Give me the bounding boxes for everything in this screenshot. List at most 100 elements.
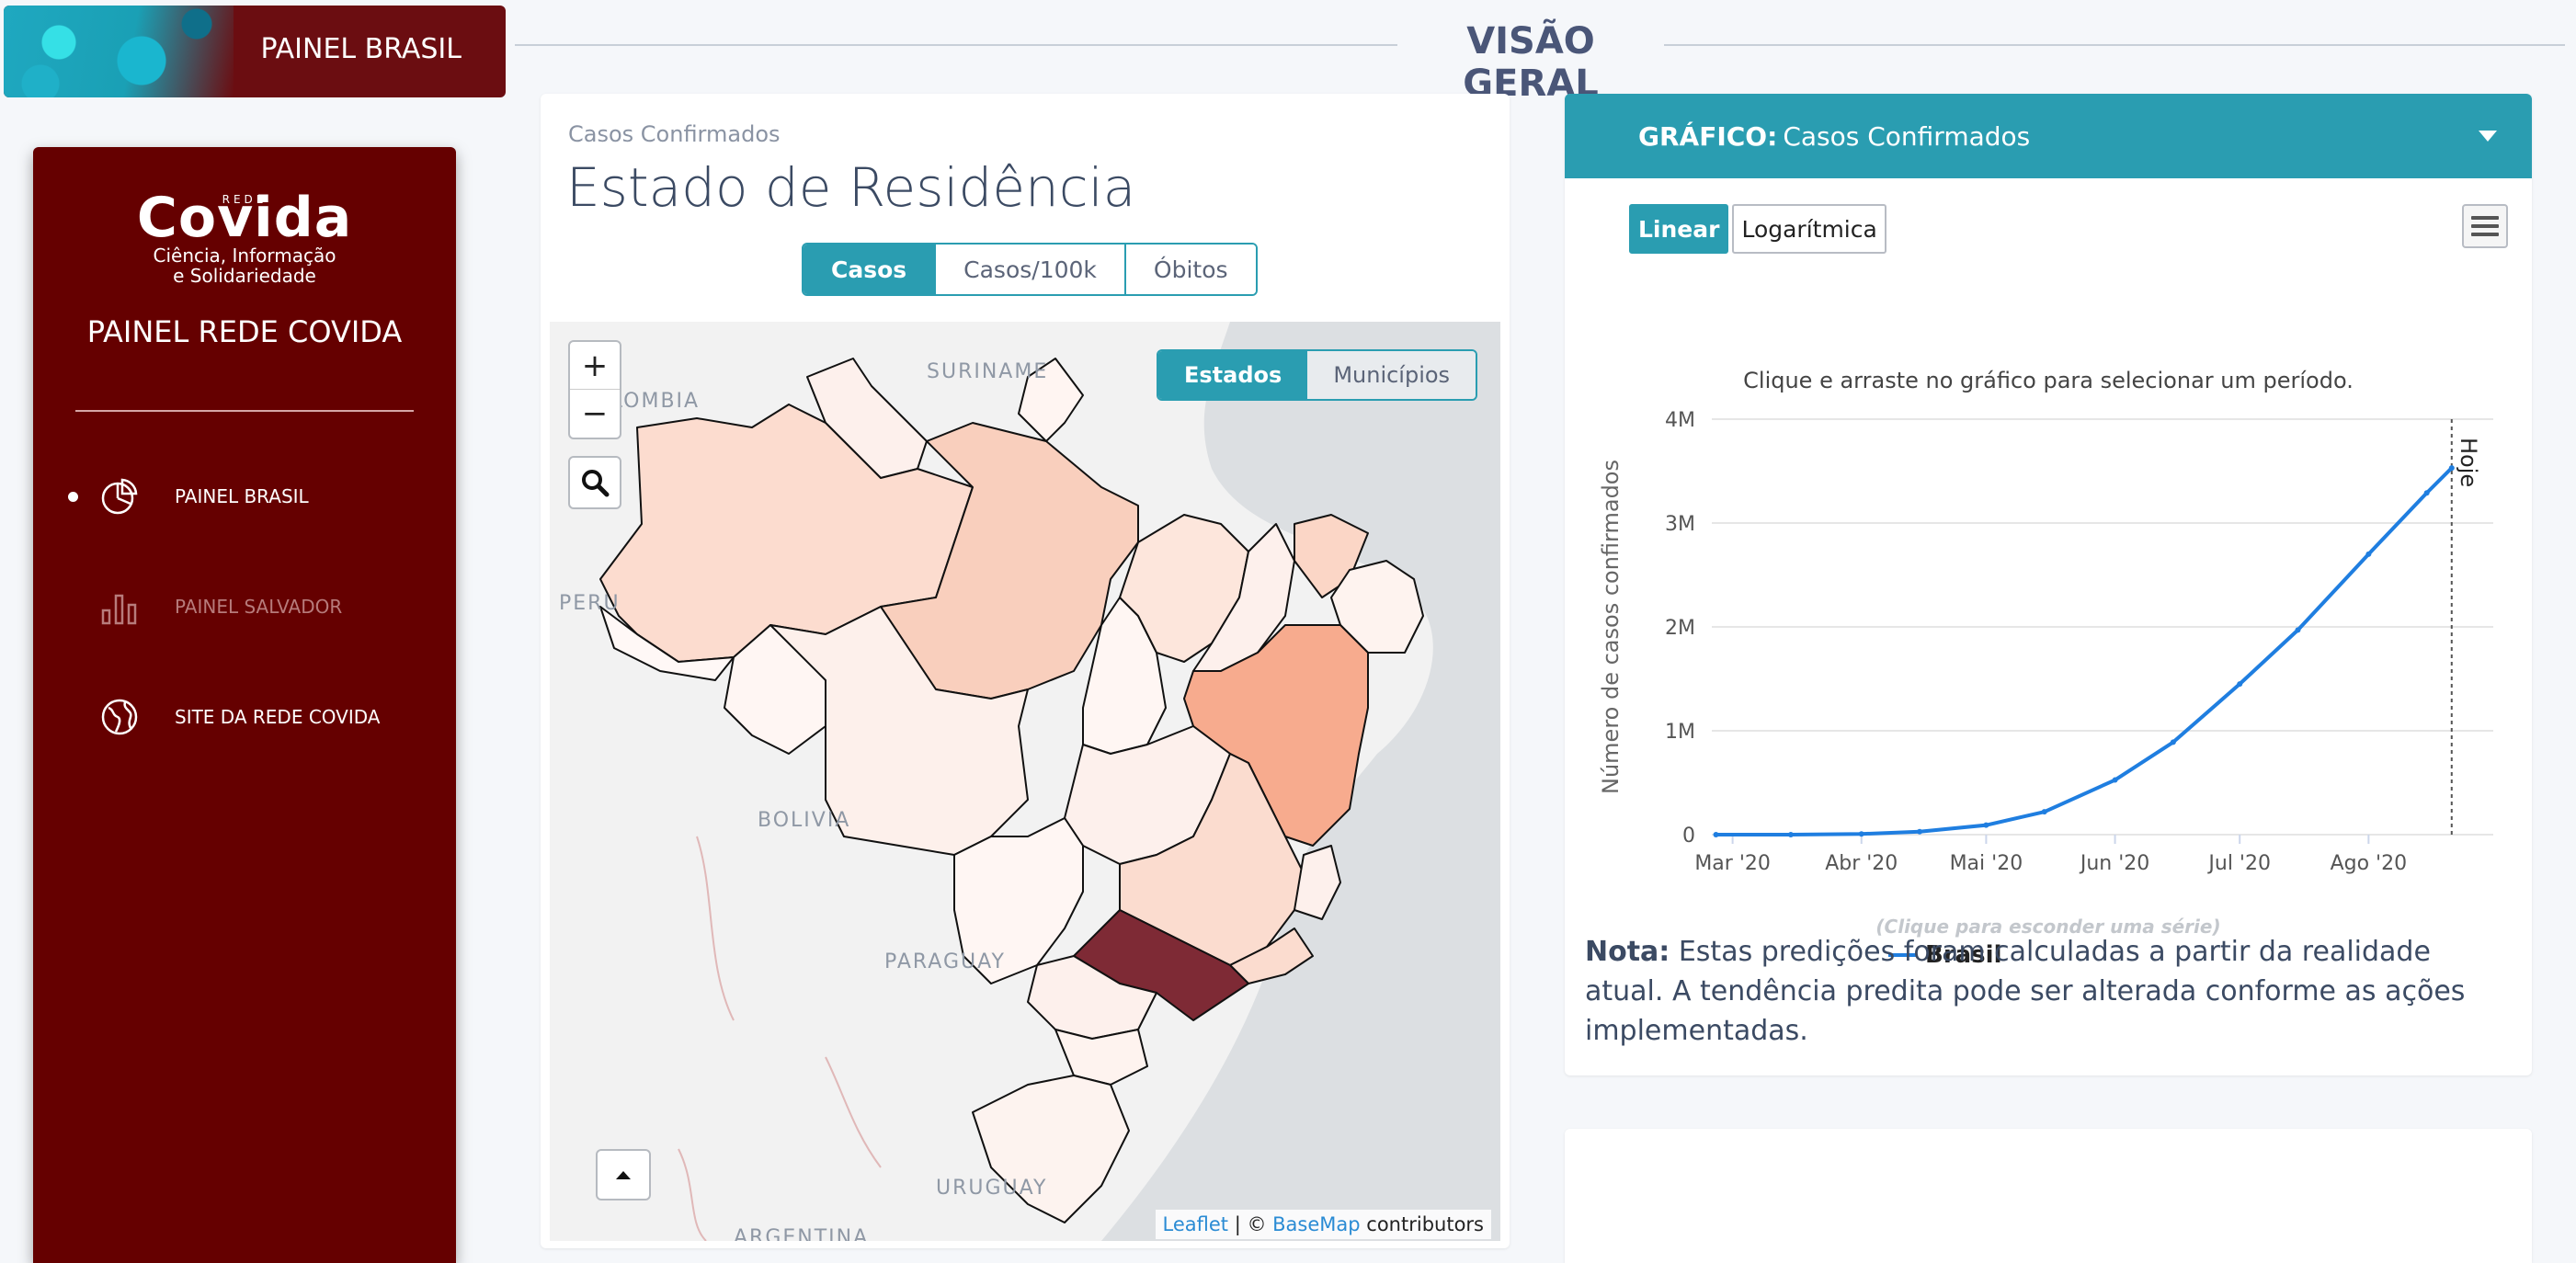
data-point[interactable] [2170,739,2176,745]
country-label-suriname: SURINAME [927,360,1049,383]
hamburger-icon-bar [2471,233,2499,236]
y-tick-label: 2M [1665,617,1695,640]
hamburger-icon-bar [2471,224,2499,228]
data-point[interactable] [2295,627,2301,633]
sidebar-item-painel-brasil[interactable]: PAINEL BRASIL [33,469,456,524]
data-point[interactable] [1787,831,1794,837]
caret-up-icon [616,1171,631,1179]
active-indicator-dot [68,491,78,502]
scale-log-button[interactable]: Logarítmica [1732,204,1886,254]
scale-toggle-group: Linear Logarítmica [1629,204,1890,254]
x-tick-label: Mar '20 [1694,852,1771,875]
logo-covida-text: Covida [136,186,353,250]
zoom-out-button[interactable]: − [570,390,620,438]
data-point[interactable] [2423,490,2430,496]
brand-label: PAINEL BRASIL [260,33,462,65]
x-tick-label: Jun '20 [2079,852,2149,875]
map-attribution: Leaflet | © BaseMap contributors [1155,1210,1491,1239]
sidebar: REDE Covida Ciência, Informação e Solida… [33,147,456,1263]
bar-chart-icon [101,594,137,625]
data-point[interactable] [2041,809,2047,815]
zoom-in-button[interactable]: + [570,342,620,390]
country-label-bolivia: BOLIVIA [758,809,851,832]
y-tick-label: 3M [1665,513,1695,536]
sidebar-item-label: SITE DA REDE COVIDA [175,706,381,728]
today-marker-label: Hoje [2456,438,2481,487]
x-tick-label: Ago '20 [2331,852,2408,875]
country-label-argentina: ARGENTINA [734,1226,870,1241]
data-point[interactable] [1713,831,1719,837]
layer-toggle-group: Estados Municípios [1157,349,1478,401]
cases-line-chart[interactable]: Clique e arraste no gráfico para selecio… [1565,259,2532,985]
attribution-separator: | © [1228,1213,1273,1235]
virus-banner-image [4,6,234,97]
metric-obitos-button[interactable]: Óbitos [1123,245,1256,294]
layer-municipios-button[interactable]: Municípios [1307,351,1476,399]
y-axis-ticks: 0 1M 2M 3M 4M [1665,409,1695,848]
basemap-link[interactable]: BaseMap [1272,1213,1360,1235]
logo-tagline-1: Ciência, Informação [153,245,336,267]
sidebar-divider [75,410,414,412]
data-point[interactable] [1858,831,1864,837]
map-search-button[interactable] [568,456,621,509]
prediction-note: Nota: Estas predições foram calculadas a… [1585,932,2513,1051]
sidebar-item-label: PAINEL SALVADOR [175,596,343,618]
x-tick-label: Mai '20 [1950,852,2023,875]
logo-tagline-2: e Solidariedade [173,265,316,287]
note-label: Nota: [1585,936,1670,968]
chart-series-group [1713,465,2455,837]
y-tick-label: 4M [1665,409,1695,432]
brazil-choropleth-map[interactable]: SURINAME COLOMBIA PERU BOLIVIA PARAGUAY … [550,322,1500,1241]
y-axis-label: Número de casos confirmados [1598,460,1624,794]
map-card: Casos Confirmados Estado de Residência C… [541,94,1510,1248]
map-title: Estado de Residência [566,156,1136,219]
country-label-peru: PERU [559,592,621,615]
data-point[interactable] [2112,777,2118,783]
map-canvas [550,322,1500,1241]
header-divider-left [515,44,1397,46]
y-tick-label: 0 [1682,825,1695,848]
chart-instruction: Clique e arraste no gráfico para selecio… [1743,368,2354,393]
leaflet-link[interactable]: Leaflet [1163,1213,1229,1235]
brand-tab[interactable]: PAINEL BRASIL [4,6,506,97]
zoom-control: + − [568,340,621,439]
country-label-uruguay: URUGUAY [936,1177,1048,1200]
chart-grid [1712,418,2493,836]
metric-toggle-group: Casos Casos/100k Óbitos [802,243,1258,296]
scale-linear-button[interactable]: Linear [1629,204,1729,254]
x-axis-ticks: Mar '20 Abr '20 Mai '20 Jun '20 Jul '20 Ago '… [1694,835,2407,875]
data-point[interactable] [2365,551,2372,557]
layer-estados-button[interactable]: Estados [1158,351,1308,399]
chart-header-prefix: GRÁFICO: [1638,120,1778,152]
metric-casos-button[interactable]: Casos [804,245,935,294]
data-point[interactable] [1917,828,1923,835]
search-icon [582,470,610,497]
metric-casos-100k-button[interactable]: Casos/100k [934,245,1124,294]
sidebar-title: PAINEL REDE COVIDA [86,314,403,349]
map-subtitle: Casos Confirmados [568,121,781,147]
map-legend-toggle-button[interactable] [596,1149,651,1200]
chevron-down-icon [2479,131,2497,142]
sidebar-item-painel-salvador[interactable]: PAINEL SALVADOR [33,579,456,634]
sidebar-item-site-rede-covida[interactable]: SITE DA REDE COVIDA [33,689,456,745]
x-tick-label: Jul '20 [2206,852,2271,875]
data-point[interactable] [2237,681,2243,688]
y-tick-label: 1M [1665,721,1695,744]
data-point[interactable] [2448,465,2455,472]
chart-selector-header[interactable]: GRÁFICO: Casos Confirmados [1565,94,2532,178]
header-divider-right [1664,44,2565,46]
hamburger-icon-bar [2471,216,2499,220]
chart-card: GRÁFICO: Casos Confirmados Linear Logarí… [1565,94,2532,1075]
note-text: Estas predições foram calculadas a parti… [1585,936,2466,1047]
chart-menu-button[interactable] [2462,204,2508,248]
sidebar-item-label: PAINEL BRASIL [175,485,309,507]
data-point[interactable] [1983,822,1989,828]
chart-header-title: Casos Confirmados [1783,120,2031,152]
page-title: VISÃO GERAL [1463,20,1599,105]
attribution-suffix: contributors [1360,1213,1484,1235]
pie-chart-icon [101,478,138,515]
globe-icon [101,699,138,735]
country-label-paraguay: PARAGUAY [884,950,1006,973]
secondary-card [1565,1129,2532,1263]
x-tick-label: Abr '20 [1825,852,1898,875]
